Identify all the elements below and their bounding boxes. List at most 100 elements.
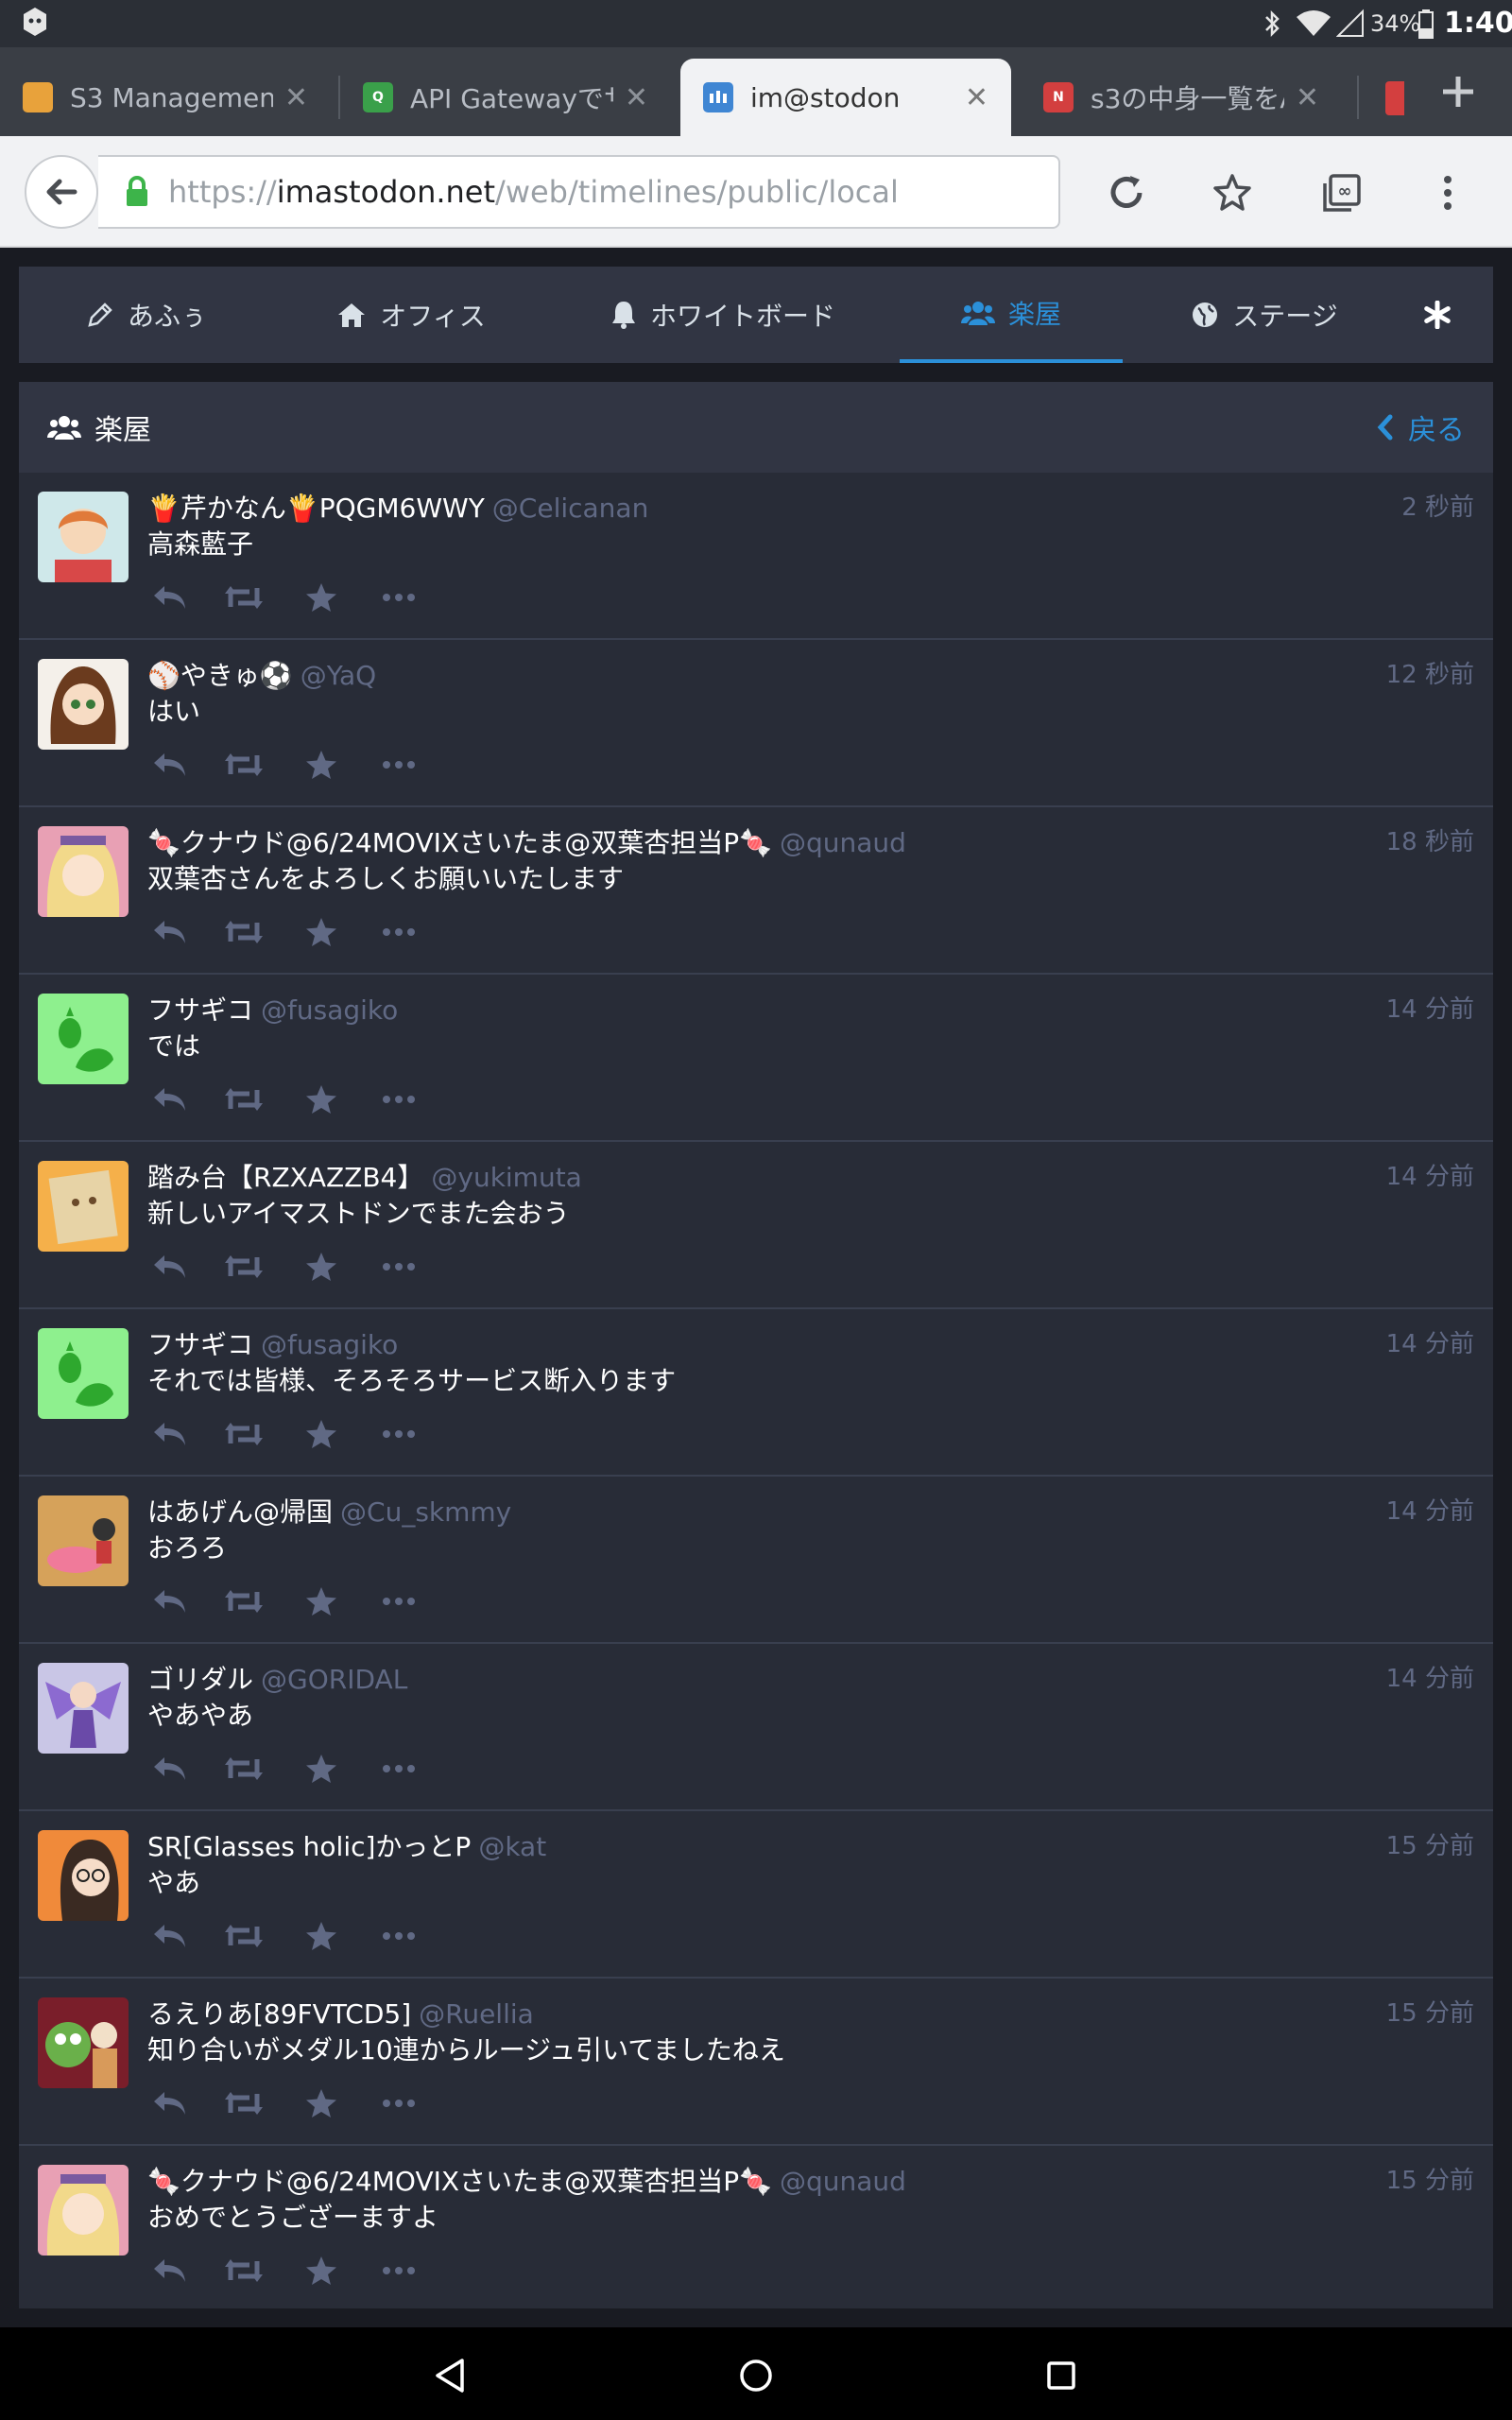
nav-tab-notifications[interactable]: ホワイトボード <box>548 267 898 363</box>
reply-button[interactable] <box>147 2081 193 2126</box>
account-handle[interactable]: @fusagiko <box>261 1329 398 1360</box>
boost-button[interactable] <box>221 909 266 955</box>
display-name[interactable]: SR[Glasses holic]かっとP <box>147 1831 471 1862</box>
avatar-green-pineapple[interactable] <box>38 1328 129 1419</box>
reload-button[interactable] <box>1100 166 1153 219</box>
boost-button[interactable] <box>221 575 266 620</box>
avatar-glasses-girl[interactable] <box>38 1830 129 1921</box>
account-handle[interactable]: @fusagiko <box>261 994 398 1026</box>
account-handle[interactable]: @GORIDAL <box>261 1664 407 1695</box>
close-icon[interactable]: ✕ <box>284 81 308 114</box>
column-back-button[interactable]: 戻る <box>1376 406 1465 448</box>
boost-button[interactable] <box>221 1244 266 1289</box>
address-bar[interactable]: https://imastodon.net/web/timelines/publ… <box>98 155 1060 229</box>
timestamp[interactable]: 12 秒前 <box>1386 655 1474 690</box>
reply-button[interactable] <box>147 2248 193 2293</box>
avatar-paper-bag[interactable] <box>38 1161 129 1252</box>
account-handle[interactable]: @Cu_skmmy <box>340 1496 511 1528</box>
favourite-button[interactable] <box>299 742 344 787</box>
timestamp[interactable]: 14 分前 <box>1386 990 1474 1025</box>
status-item[interactable]: フサギコ @fusagiko 14 分前 それでは皆様、そろそろサービス断入ります <box>19 1309 1493 1477</box>
reply-button[interactable] <box>147 575 193 620</box>
favourite-button[interactable] <box>299 1244 344 1289</box>
nav-tab-preferences[interactable] <box>1406 267 1482 363</box>
timestamp[interactable]: 14 分前 <box>1386 1324 1474 1359</box>
status-item[interactable]: 🍬クナウド@6/24MOVIXさいたま@双葉杏担当P🍬 @qunaud 15 分前… <box>19 2146 1493 2313</box>
more-button[interactable] <box>376 2081 421 2126</box>
status-item[interactable]: ゴリダル @GORIDAL 14 分前 やあやあ <box>19 1644 1493 1811</box>
timestamp[interactable]: 14 分前 <box>1386 1157 1474 1192</box>
tab-switcher-button[interactable]: ∞ <box>1315 166 1368 219</box>
status-item[interactable]: SR[Glasses holic]かっとP @kat 15 分前 やあ <box>19 1811 1493 1979</box>
favourite-button[interactable] <box>299 575 344 620</box>
status-item[interactable]: るえりあ[89FVTCD5] @Ruellia 15 分前 知り合いがメダル10連… <box>19 1979 1493 2146</box>
browser-tab-s3-list[interactable]: N s3の中身一覧をAPI ✕ <box>1021 59 1342 136</box>
browser-tab-api-gateway[interactable]: Q API Gatewayでサービス ✕ <box>340 59 671 136</box>
close-icon[interactable]: ✕ <box>965 81 988 114</box>
back-button[interactable] <box>25 155 98 229</box>
more-button[interactable] <box>376 575 421 620</box>
reply-button[interactable] <box>147 1244 193 1289</box>
timestamp[interactable]: 14 分前 <box>1386 1659 1474 1694</box>
favourite-button[interactable] <box>299 1746 344 1791</box>
timestamp[interactable]: 14 分前 <box>1386 1492 1474 1527</box>
more-button[interactable] <box>376 2248 421 2293</box>
reply-button[interactable] <box>147 909 193 955</box>
display-name[interactable]: るえりあ[89FVTCD5] <box>147 1998 411 2030</box>
android-recents-button[interactable] <box>1028 2342 1094 2409</box>
boost-button[interactable] <box>221 1913 266 1959</box>
more-button[interactable] <box>376 1411 421 1457</box>
display-name[interactable]: ⚾やきゅ⚽ <box>147 660 293 691</box>
timestamp[interactable]: 18 秒前 <box>1386 822 1474 857</box>
reply-button[interactable] <box>147 1077 193 1122</box>
boost-button[interactable] <box>221 1579 266 1624</box>
bookmark-button[interactable] <box>1206 166 1259 219</box>
account-handle[interactable]: @kat <box>478 1831 546 1862</box>
more-button[interactable] <box>376 742 421 787</box>
avatar-green-pineapple[interactable] <box>38 994 129 1084</box>
favourite-button[interactable] <box>299 2081 344 2126</box>
partial-tab-favicon-icon[interactable] <box>1385 81 1404 115</box>
timestamp[interactable]: 15 分前 <box>1386 2161 1474 2196</box>
more-button[interactable] <box>376 1913 421 1959</box>
account-handle[interactable]: @yukimuta <box>431 1162 581 1193</box>
nav-tab-compose[interactable]: あふぅ <box>19 267 274 363</box>
avatar-orange-hair[interactable] <box>38 492 129 582</box>
favourite-button[interactable] <box>299 1077 344 1122</box>
android-home-button[interactable] <box>723 2342 789 2409</box>
new-tab-button[interactable] <box>1404 47 1512 136</box>
timestamp[interactable]: 15 分前 <box>1386 1994 1474 2029</box>
avatar-room-scene[interactable] <box>38 1495 129 1586</box>
reply-button[interactable] <box>147 1746 193 1791</box>
display-name[interactable]: ゴリダル <box>147 1664 253 1695</box>
android-back-button[interactable] <box>418 2342 484 2409</box>
timestamp[interactable]: 15 分前 <box>1386 1826 1474 1861</box>
browser-tab-s3[interactable]: S3 Management Console ✕ <box>0 59 331 136</box>
timestamp[interactable]: 2 秒前 <box>1401 488 1474 523</box>
more-button[interactable] <box>376 1244 421 1289</box>
nav-tab-local[interactable]: 楽屋 <box>900 267 1123 363</box>
nav-tab-home[interactable]: オフィス <box>274 267 548 363</box>
more-button[interactable] <box>376 909 421 955</box>
boost-button[interactable] <box>221 2081 266 2126</box>
display-name[interactable]: 🍬クナウド@6/24MOVIXさいたま@双葉杏担当P🍬 <box>147 2166 772 2197</box>
display-name[interactable]: 🍟芹かなん🍟PQGM6WWY <box>147 493 485 524</box>
status-item[interactable]: 踏み台【RZXAZZB4】 @yukimuta 14 分前 新しいアイマストドンで… <box>19 1142 1493 1309</box>
favourite-button[interactable] <box>299 909 344 955</box>
account-handle[interactable]: @qunaud <box>780 827 906 858</box>
favourite-button[interactable] <box>299 2248 344 2293</box>
boost-button[interactable] <box>221 1746 266 1791</box>
avatar-blonde-hair[interactable] <box>38 826 129 917</box>
status-item[interactable]: 🍟芹かなん🍟PQGM6WWY @Celicanan 2 秒前 高森藍子 <box>19 473 1493 640</box>
reply-button[interactable] <box>147 1579 193 1624</box>
reply-button[interactable] <box>147 1913 193 1959</box>
account-handle[interactable]: @qunaud <box>780 2166 906 2197</box>
status-item[interactable]: フサギコ @fusagiko 14 分前 では <box>19 975 1493 1142</box>
browser-tab-imastodon[interactable]: im@stodon ✕ <box>680 59 1011 136</box>
avatar-blonde-hair[interactable] <box>38 2165 129 2256</box>
favourite-button[interactable] <box>299 1411 344 1457</box>
more-button[interactable] <box>376 1746 421 1791</box>
display-name[interactable]: フサギコ <box>147 994 253 1026</box>
avatar-purple-angel[interactable] <box>38 1663 129 1754</box>
menu-button[interactable] <box>1421 166 1474 219</box>
